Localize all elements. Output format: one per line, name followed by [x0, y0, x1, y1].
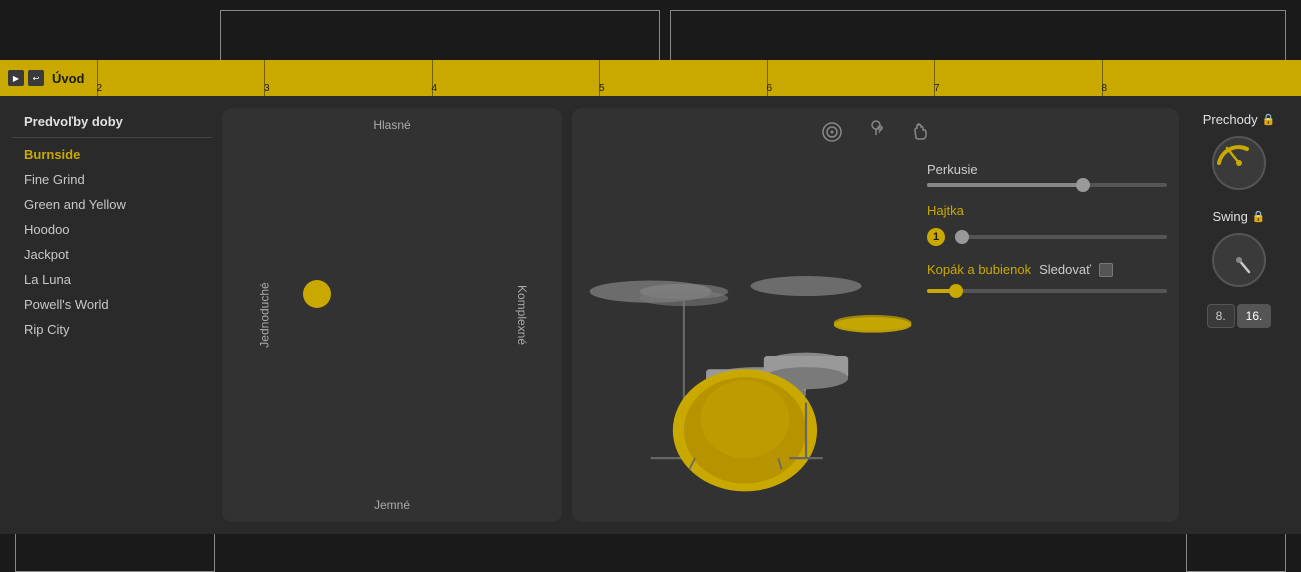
- timeline-title: Úvod: [52, 71, 85, 86]
- perkusie-label: Perkusie: [927, 162, 1167, 177]
- drum-controls: Perkusie Hajtka 1: [927, 162, 1167, 510]
- ruler: 2 3 4 5 6 7 8: [97, 60, 1294, 96]
- sidebar-item-jackpot[interactable]: Jackpot: [12, 242, 212, 267]
- sidebar-item-powells-world[interactable]: Powell's World: [12, 292, 212, 317]
- bracket-right: [670, 10, 1286, 60]
- timeline: ▶ ↩ Úvod 2 3 4 5 6 7 8: [0, 60, 1301, 96]
- drum-icons-row: [584, 120, 1167, 150]
- num-buttons: 8. 16.: [1207, 304, 1272, 328]
- loop-icon[interactable]: ↩: [28, 70, 44, 86]
- hihat-icon[interactable]: [820, 120, 844, 150]
- sidebar-item-fine-grind[interactable]: Fine Grind: [12, 167, 212, 192]
- prechody-lock-icon[interactable]: 🔒: [1262, 113, 1276, 126]
- kopak-slider[interactable]: [927, 289, 1167, 293]
- main-content: Predvoľby doby Burnside Fine Grind Green…: [0, 96, 1301, 534]
- bottom-brackets-area: [0, 534, 1301, 572]
- perkusie-slider[interactable]: [927, 183, 1167, 187]
- prechody-label: Prechody: [1203, 112, 1258, 127]
- swing-label: Swing: [1212, 209, 1247, 224]
- swing-lock-icon[interactable]: 🔒: [1252, 210, 1266, 223]
- timeline-icons: ▶ ↩: [8, 70, 44, 86]
- prechody-knob[interactable]: [1209, 133, 1269, 193]
- right-panel: Prechody 🔒 Swing 🔒: [1189, 108, 1289, 522]
- xy-label-top: Hlasné: [373, 118, 410, 132]
- swing-knob[interactable]: [1209, 230, 1269, 290]
- hajtka-section: Hajtka 1: [927, 203, 1167, 246]
- xy-dot[interactable]: [303, 280, 331, 308]
- drum-visual[interactable]: [584, 162, 917, 510]
- sledovat-label: Sledovať: [1039, 262, 1091, 277]
- kopak-label: Kopák a bubienok: [927, 262, 1031, 277]
- xy-pad[interactable]: Hlasné Jemné Jednoduché Komplexné: [222, 108, 562, 522]
- kopak-row: Kopák a bubienok Sledovať: [927, 262, 1167, 277]
- prechody-label-row: Prechody 🔒: [1203, 112, 1276, 127]
- num-btn-8[interactable]: 8.: [1207, 304, 1235, 328]
- xy-label-left: Jednoduché: [258, 282, 272, 347]
- bracket-bottom-right: [1186, 534, 1286, 572]
- hajtka-slider[interactable]: [955, 235, 1167, 239]
- hajtka-badge: 1: [927, 228, 945, 246]
- drum-kit-area: Perkusie Hajtka 1: [584, 162, 1167, 510]
- bracket-bottom-left: [15, 534, 215, 572]
- bracket-left: [220, 10, 660, 60]
- hajtka-row: Hajtka: [927, 203, 1167, 218]
- play-icon[interactable]: ▶: [8, 70, 24, 86]
- kopak-section: Kopák a bubienok Sledovať: [927, 262, 1167, 293]
- sidebar-item-green-and-yellow[interactable]: Green and Yellow: [12, 192, 212, 217]
- swing-label-row: Swing 🔒: [1212, 209, 1265, 224]
- sidebar-item-hoodoo[interactable]: Hoodoo: [12, 217, 212, 242]
- mic-icon[interactable]: [864, 120, 888, 150]
- sidebar-header: Predvoľby doby: [12, 108, 212, 138]
- sledovat-checkbox[interactable]: [1099, 263, 1113, 277]
- perkusie-section: Perkusie: [927, 162, 1167, 187]
- drum-area: Perkusie Hajtka 1: [572, 108, 1179, 522]
- sidebar-item-burnside[interactable]: Burnside: [12, 142, 212, 167]
- hajtka-label: Hajtka: [927, 203, 964, 218]
- num-btn-16[interactable]: 16.: [1237, 304, 1272, 328]
- xy-label-bottom: Jemné: [374, 498, 410, 512]
- top-brackets-area: [0, 0, 1301, 60]
- hand-icon[interactable]: [908, 120, 932, 150]
- prechody-section: Prechody 🔒: [1189, 112, 1289, 193]
- sidebar-item-rip-city[interactable]: Rip City: [12, 317, 212, 342]
- sidebar-item-la-luna[interactable]: La Luna: [12, 267, 212, 292]
- bracket-bottom-spacer: [225, 534, 1176, 572]
- swing-section: Swing 🔒 8. 16.: [1189, 209, 1289, 328]
- sidebar: Predvoľby doby Burnside Fine Grind Green…: [12, 108, 212, 522]
- xy-label-right: Komplexné: [515, 285, 529, 345]
